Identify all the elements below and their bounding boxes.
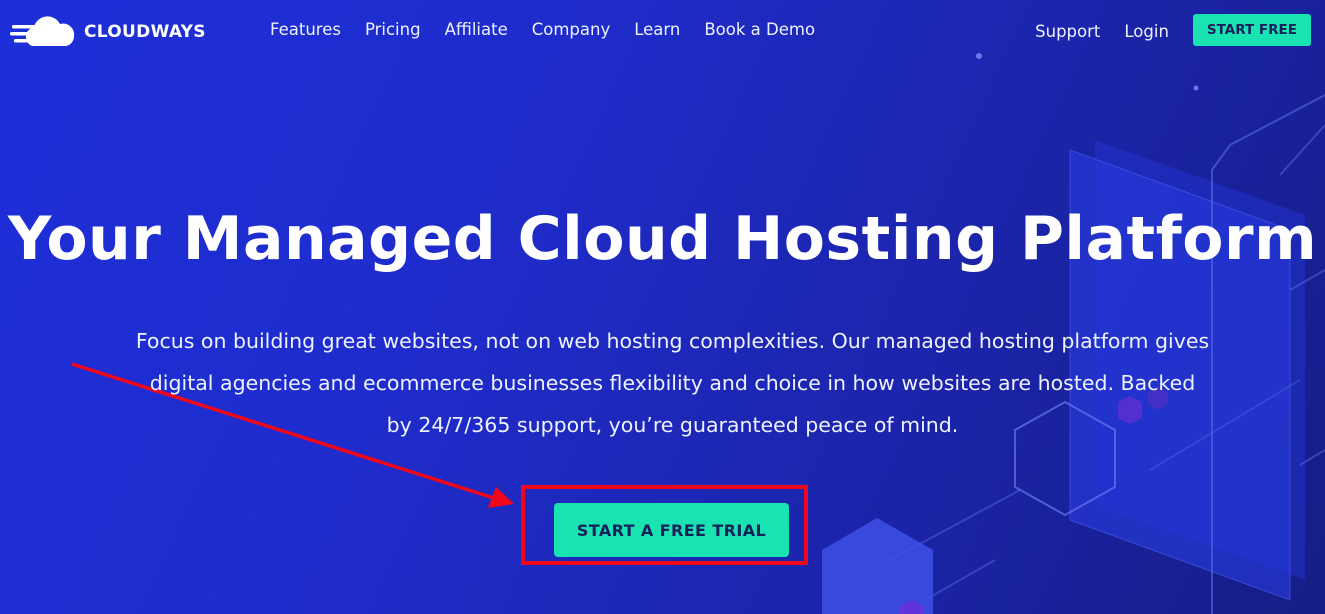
cloud-logo-icon [10,16,75,46]
nav-link-login[interactable]: Login [1124,22,1169,41]
hero-subtitle-line: by 24/7/365 support, you’re guaranteed p… [386,413,959,437]
nav-link-learn[interactable]: Learn [634,20,680,39]
nav-link-book-demo[interactable]: Book a Demo [704,20,815,39]
hero-subtitle-line: digital agencies and ecommerce businesse… [149,371,1196,395]
brand-name: CLOUDWAYS [84,22,206,42]
top-navigation: CLOUDWAYS Features Pricing Affiliate Com… [0,0,1325,62]
main-menu: Features Pricing Affiliate Company Learn… [270,20,839,39]
nav-right-group: Support Login START FREE [1035,14,1311,46]
hero-subtitle: Focus on building great websites, not on… [110,320,1235,446]
hero-subtitle-line: Focus on building great websites, not on… [135,329,1210,353]
brand-logo[interactable]: CLOUDWAYS [10,12,206,52]
nav-link-pricing[interactable]: Pricing [365,20,421,39]
nav-link-affiliate[interactable]: Affiliate [445,20,508,39]
nav-link-support[interactable]: Support [1035,22,1100,41]
nav-link-features[interactable]: Features [270,20,341,39]
hero-title: Your Managed Cloud Hosting Platform [7,204,1318,274]
start-free-button[interactable]: START FREE [1192,14,1311,46]
nav-link-company[interactable]: Company [532,20,611,39]
start-free-trial-button[interactable]: START A FREE TRIAL [554,503,789,557]
